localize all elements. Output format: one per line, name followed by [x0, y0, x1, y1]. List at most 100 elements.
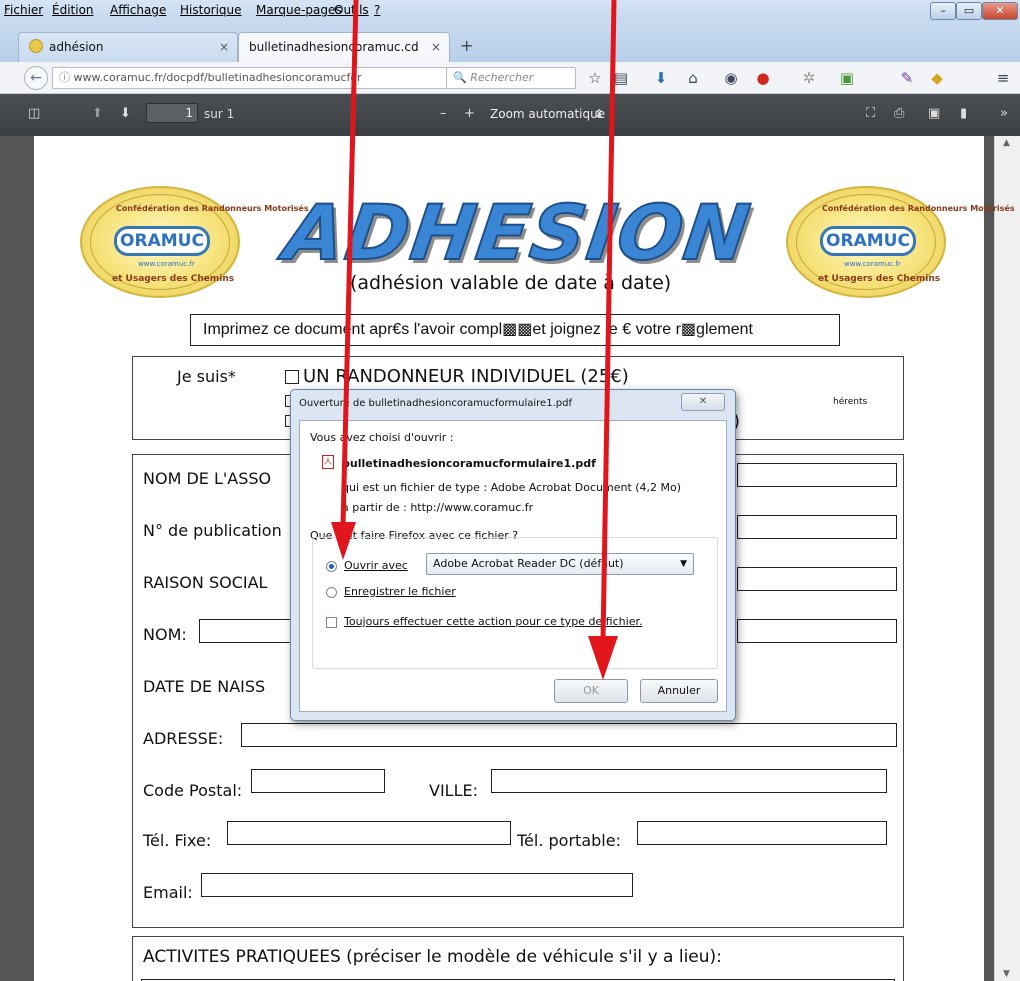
close-window-button[interactable]: ✕ [982, 2, 1018, 20]
tab-bar: adhésion × bulletinadhesioncoramuc.cdr -… [0, 22, 1020, 62]
ville-field[interactable] [491, 769, 887, 793]
minimize-button[interactable]: – [930, 2, 956, 20]
open-with-radio[interactable] [326, 561, 337, 572]
tab-adhesion[interactable]: adhésion × [18, 32, 238, 62]
tel-portable-field[interactable] [637, 821, 887, 845]
activities-section: ACTIVITES PRATIQUEES (préciser le modèle… [132, 936, 904, 981]
dialog-close-button[interactable]: ✕ [681, 393, 725, 411]
dialog-title: Ouverture de bulletinadhesioncoramucform… [299, 398, 572, 409]
menu-fichier[interactable]: Fichier [4, 3, 43, 17]
pdf-toolbar: ◫ ⬆ ⬇ 1 sur 1 – + Zoom automatique ⇕ ⛶ ⎙ … [0, 94, 1020, 136]
always-do-label[interactable]: Toujours effectuer cette action pour ce … [344, 615, 642, 628]
logo-web: www.coramuc.fr [138, 260, 195, 268]
save-file-label[interactable]: Enregistrer le fichier [344, 585, 456, 598]
menu-outils[interactable]: Outils [334, 3, 369, 17]
option1-label: UN RANDONNEUR INDIVIDUEL (25€) [303, 366, 629, 387]
nom-asso-label: NOM DE L'ASSO [143, 469, 272, 488]
zoom-out-button[interactable]: – [440, 106, 447, 122]
bookmark-star-icon[interactable]: ☆ [586, 69, 604, 87]
menu-affichage[interactable]: Affichage [110, 3, 166, 17]
save-file-radio[interactable] [326, 587, 337, 598]
home-icon[interactable]: ⌂ [684, 69, 702, 87]
logo-text: ORAMUC [114, 226, 210, 256]
scrollbar[interactable]: ▲ ▼ [994, 136, 1020, 981]
logo-arc-top: Confédération des Randonneurs Motorisés [822, 204, 1015, 213]
je-suis-label: Je suis* [177, 367, 236, 386]
scroll-down-icon[interactable]: ▼ [1003, 969, 1010, 979]
menu-marque-pages[interactable]: Marque-pages [256, 3, 342, 17]
page-number-input[interactable]: 1 [146, 103, 198, 123]
sidebar-toggle-icon[interactable]: ◫ [28, 106, 40, 122]
application-select[interactable]: Adobe Acrobat Reader DC (défaut) ▼ [426, 553, 694, 575]
eyedropper-icon[interactable]: ✎ [898, 69, 916, 87]
menu-historique[interactable]: Historique [180, 3, 242, 17]
download-icon[interactable]: ⬇ [652, 69, 670, 87]
adresse-field[interactable] [241, 723, 897, 747]
logo-arc-bottom: et Usagers des Chemins [818, 274, 941, 284]
scroll-up-icon[interactable]: ▲ [1003, 138, 1010, 148]
ok-button[interactable]: OK [554, 679, 628, 703]
option1-checkbox[interactable] [285, 370, 299, 384]
select-arrows-icon: ⇕ [593, 107, 604, 121]
tel-fixe-label: Tél. Fixe: [143, 831, 212, 850]
date-naissance-label: DATE DE NAISS [143, 677, 266, 696]
next-page-icon[interactable]: ⬇ [120, 106, 131, 122]
instruction-text: Imprimez ce document apr€s l'avoir compl… [203, 321, 753, 338]
dialog-intro: Vous avez choisi d'ouvrir : [310, 431, 454, 444]
email-label: Email: [143, 883, 193, 902]
info-icon: ⓘ [59, 71, 74, 84]
code-postal-label: Code Postal: [143, 781, 243, 800]
always-do-checkbox[interactable] [326, 617, 337, 628]
adblock-icon[interactable]: ● [754, 69, 772, 87]
print-icon[interactable]: ⎙ [894, 106, 904, 122]
raison-sociale-field[interactable] [737, 567, 897, 591]
tab-favicon-icon [29, 39, 43, 53]
nom-asso-field[interactable] [737, 463, 897, 487]
extension-flag-icon[interactable]: ▣ [838, 69, 856, 87]
menu-help[interactable]: ? [374, 3, 380, 17]
pocket-icon[interactable]: ◉ [722, 69, 740, 87]
fullscreen-icon[interactable]: ⛶ [866, 106, 875, 122]
tab-label: adhésion [49, 40, 104, 54]
code-postal-field[interactable] [251, 769, 385, 793]
color-extension-icon[interactable]: ◆ [928, 69, 946, 87]
navigation-bar: ← ⓘ www.coramuc.fr/docpdf/bulletinadhesi… [0, 62, 1020, 94]
zoom-select[interactable]: Zoom automatique ⇕ [484, 104, 608, 124]
close-tab-icon[interactable]: × [219, 33, 229, 61]
cancel-button[interactable]: Annuler [640, 679, 718, 703]
extension-icon[interactable]: ✲ [800, 69, 818, 87]
document-subtitle: (adhésion valable de date à date) [350, 272, 672, 294]
open-with-label[interactable]: Ouvrir avec [344, 559, 408, 572]
nom-field[interactable] [199, 619, 295, 643]
adresse-label: ADRESSE: [143, 729, 224, 748]
publication-field[interactable] [737, 515, 897, 539]
tel-portable-label: Tél. portable: [517, 831, 621, 850]
open-file-dialog: Ouverture de bulletinadhesioncoramucform… [290, 389, 736, 721]
search-box[interactable]: 🔍 Rechercher [446, 67, 576, 89]
bookmark-icon[interactable]: ▮ [960, 106, 967, 122]
new-tab-button[interactable]: + [460, 36, 473, 55]
zoom-value: Zoom automatique [490, 107, 606, 121]
email-field[interactable] [201, 873, 633, 897]
ville-label: VILLE: [429, 781, 478, 800]
zoom-in-button[interactable]: + [464, 106, 475, 122]
reading-list-icon[interactable]: ▤ [612, 69, 630, 87]
coramuc-logo-left: ORAMUC Confédération des Randonneurs Mot… [80, 186, 309, 298]
menu-edition[interactable]: Édition [52, 3, 94, 17]
document-title: ADHESION [278, 187, 757, 278]
more-tools-icon[interactable]: » [1000, 106, 1008, 122]
url-text: www.coramuc.fr/docpdf/bulletinadhesionco… [73, 71, 362, 84]
back-button[interactable]: ← [24, 66, 48, 90]
maximize-button[interactable]: ▭ [956, 2, 982, 20]
tab-bulletin[interactable]: bulletinadhesioncoramuc.cdr - b × [238, 32, 450, 62]
close-tab-icon[interactable]: × [431, 33, 441, 61]
save-file-icon[interactable]: ▣ [928, 106, 940, 122]
tel-fixe-field[interactable] [227, 821, 511, 845]
previous-page-icon[interactable]: ⬆ [92, 106, 103, 122]
logo-arc-top: Confédération des Randonneurs Motorisés [116, 204, 309, 213]
instruction-box: Imprimez ce document apr€s l'avoir compl… [190, 314, 840, 346]
prenom-field[interactable] [737, 619, 897, 643]
logo-web: www.coramuc.fr [844, 260, 901, 268]
hamburger-menu-icon[interactable]: ≡ [994, 69, 1012, 87]
menu-bar: Fichier Édition Affichage Historique Mar… [0, 0, 1020, 22]
